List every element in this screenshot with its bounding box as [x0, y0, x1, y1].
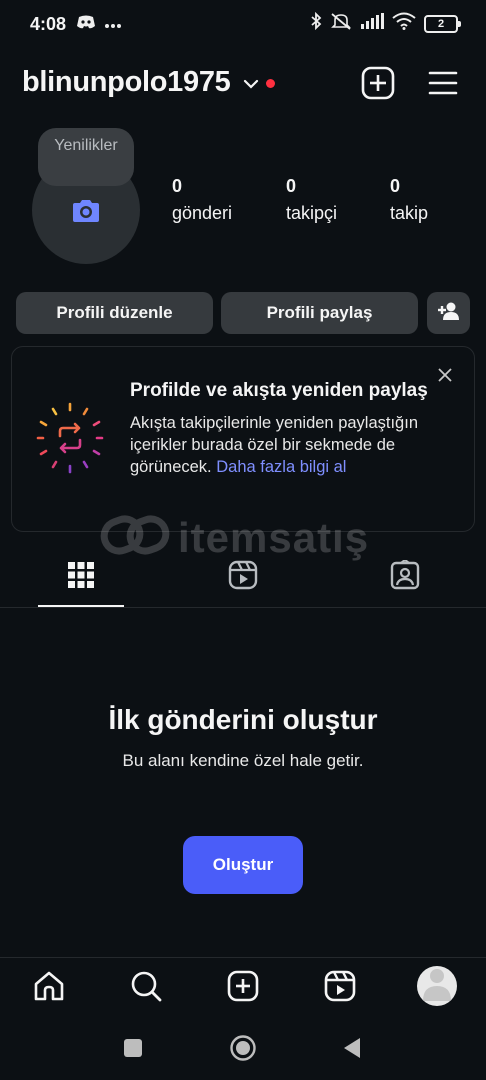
stat-followers[interactable]: 0 takipçi: [286, 176, 337, 224]
watermark: itemsatış: [100, 512, 369, 563]
nav-search[interactable]: [126, 968, 166, 1008]
empty-state-title: İlk gönderini oluştur: [108, 704, 378, 735]
status-right-icons: 2: [310, 11, 461, 35]
tabs-divider: [0, 607, 486, 608]
home-icon: [32, 969, 66, 1008]
watermark-logo-icon: [100, 512, 170, 563]
chevron-down-icon[interactable]: [243, 76, 259, 94]
stat-following-label: takip: [390, 203, 429, 223]
empty-state-subtitle: Bu alanı kendine özel hale getir.: [122, 751, 364, 770]
notification-dot: [266, 79, 275, 88]
battery-level: 2: [437, 17, 445, 30]
reels-icon: [324, 970, 356, 1007]
share-profile-button[interactable]: Profili paylaş: [221, 292, 418, 334]
edit-profile-button[interactable]: Profili düzenle: [16, 292, 213, 334]
reels-icon: [228, 560, 258, 595]
wifi-icon: [392, 12, 416, 35]
home-button[interactable]: [229, 1034, 257, 1067]
repost-icon: [32, 400, 108, 481]
camera-icon: [70, 198, 102, 229]
nav-profile-avatar[interactable]: [417, 966, 457, 1006]
active-tab-indicator: [38, 605, 124, 607]
profile-username[interactable]: blinunpolo1975: [22, 66, 231, 99]
nav-reels[interactable]: [320, 968, 360, 1008]
battery-icon: 2: [424, 14, 461, 33]
card-body: Akışta takipçilerinle yeniden paylaştığı…: [130, 412, 430, 478]
stat-posts-value: 0: [172, 176, 183, 196]
menu-icon[interactable]: [428, 70, 458, 101]
watermark-text: itemsatış: [178, 513, 370, 561]
note-bubble[interactable]: Yenilikler: [38, 128, 134, 186]
tagged-icon: [390, 558, 420, 595]
stat-following[interactable]: 0 takip: [390, 176, 428, 224]
back-button[interactable]: [342, 1037, 362, 1064]
discover-people-button[interactable]: [427, 292, 470, 334]
learn-more-link[interactable]: Daha fazla bilgi al: [216, 458, 346, 476]
bottom-nav-divider: [0, 957, 486, 958]
discord-icon: [76, 14, 96, 35]
default-avatar-icon: [417, 966, 457, 1006]
mute-icon: [330, 12, 352, 35]
search-icon: [129, 969, 163, 1008]
recents-button[interactable]: [123, 1038, 143, 1063]
new-post-icon[interactable]: [361, 66, 395, 105]
nav-create[interactable]: [223, 968, 263, 1008]
card-title: Profilde ve akışta yeniden paylaş: [130, 380, 428, 401]
tab-tagged[interactable]: [377, 558, 433, 595]
stat-followers-value: 0: [286, 176, 297, 196]
status-time: 4:08: [30, 14, 67, 34]
signal-icon: [360, 13, 384, 34]
status-left-icons: [76, 14, 122, 35]
nav-home[interactable]: [29, 968, 69, 1008]
stat-followers-label: takipçi: [286, 203, 338, 223]
bluetooth-icon: [310, 11, 322, 35]
add-person-icon: [437, 301, 461, 326]
tab-reels[interactable]: [215, 560, 271, 594]
create-button[interactable]: Oluştur: [183, 836, 303, 894]
stat-following-value: 0: [390, 176, 401, 196]
create-icon: [227, 970, 259, 1007]
stat-posts[interactable]: 0 gönderi: [172, 176, 232, 224]
grid-icon: [68, 561, 94, 593]
tab-grid[interactable]: [53, 560, 109, 594]
stat-posts-label: gönderi: [172, 203, 233, 223]
more-dots-icon: [104, 16, 122, 34]
